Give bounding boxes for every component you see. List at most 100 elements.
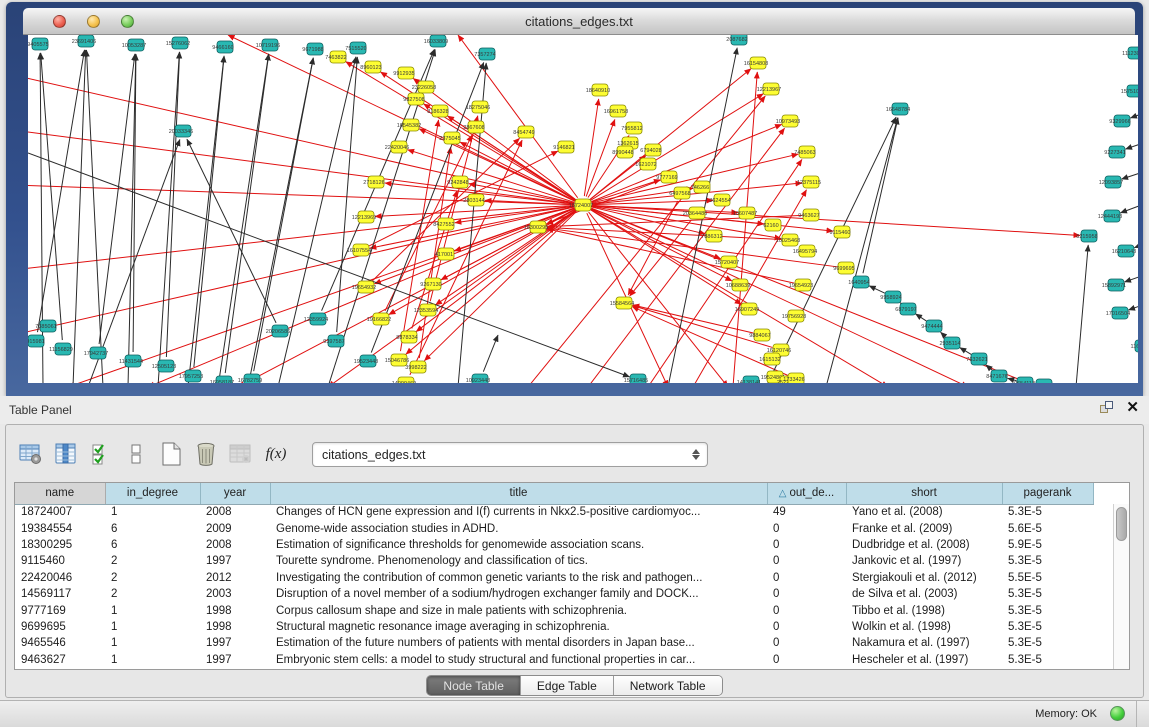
column-header-short[interactable]: short [846, 483, 1002, 504]
graph-node[interactable]: 3624554 [709, 194, 730, 206]
table-cell[interactable]: 5.9E-5 [1002, 537, 1093, 553]
delete-icon[interactable] [193, 441, 219, 467]
float-panel-icon[interactable] [1100, 401, 1114, 415]
table-cell[interactable]: Corpus callosum shape and size in male p… [270, 602, 767, 618]
graph-node[interactable]: 7463822 [325, 51, 346, 63]
graph-node[interactable]: 17957253 [179, 370, 203, 382]
graph-node[interactable]: 10719196 [256, 39, 280, 51]
table-cell[interactable]: Dudbridge et al. (2008) [846, 537, 1002, 553]
table-cell[interactable]: 0 [767, 586, 846, 602]
graph-node[interactable]: 16782759 [238, 374, 262, 383]
graph-node[interactable]: 19756928 [782, 310, 806, 322]
graph-node[interactable]: 6879197 [895, 303, 916, 315]
graph-node[interactable]: 16033809 [424, 35, 448, 47]
table-row[interactable]: 1872400712008Changes of HCN gene express… [15, 504, 1093, 520]
table-cell[interactable]: 5.3E-5 [1002, 586, 1093, 602]
tab-node-table[interactable]: Node Table [427, 676, 521, 695]
column-checklist-icon[interactable] [88, 441, 114, 467]
table-cell[interactable]: 0 [767, 553, 846, 569]
graph-node[interactable]: 16648784 [886, 103, 910, 115]
graph-node[interactable]: 16495794 [793, 245, 817, 257]
table-cell[interactable]: 1 [105, 652, 200, 668]
graph-node[interactable]: 6794028 [640, 144, 661, 156]
table-cell[interactable]: 9115460 [15, 553, 105, 569]
table-cell[interactable]: 1998 [200, 602, 270, 618]
new-column-icon[interactable] [158, 441, 184, 467]
graph-node[interactable]: 2935114 [939, 337, 960, 349]
graph-node[interactable]: 7632621 [966, 353, 987, 365]
graph-node[interactable]: 9671988 [302, 43, 323, 55]
graph-node[interactable]: 20033346 [169, 125, 193, 137]
table-cell[interactable]: 1998 [200, 619, 270, 635]
table-cell[interactable]: Structural magnetic resonance image aver… [270, 619, 767, 635]
table-cell[interactable]: 1 [105, 602, 200, 618]
table-cell[interactable]: 0 [767, 635, 846, 651]
graph-node[interactable]: 1167533 [1130, 340, 1138, 352]
graph-node[interactable]: 18640910 [586, 84, 610, 96]
graph-node[interactable]: 9227341 [1104, 146, 1125, 158]
table-row[interactable]: 1938455462009Genome-wide association stu… [15, 520, 1093, 536]
graph-node[interactable]: 12213967 [757, 83, 781, 95]
graph-node[interactable]: 10607487 [733, 207, 757, 219]
graph-node[interactable]: 12093857 [1099, 176, 1123, 188]
graph-node[interactable]: 12353594 [414, 304, 438, 316]
table-cell[interactable]: Estimation of significance thresholds fo… [270, 537, 767, 553]
table-cell[interactable]: 0 [767, 619, 846, 635]
table-selector-dropdown[interactable]: citations_edges.txt [312, 442, 708, 467]
table-cell[interactable]: 1997 [200, 652, 270, 668]
graph-node[interactable]: 23691406 [72, 35, 96, 47]
graph-node[interactable]: 9912935 [393, 67, 414, 79]
table-cell[interactable]: 2008 [200, 504, 270, 520]
table-cell[interactable]: 1997 [200, 553, 270, 569]
graph-node[interactable]: 9329966 [1109, 115, 1130, 127]
graph-node[interactable]: 746266 [691, 181, 710, 193]
column-header-title[interactable]: title [270, 483, 767, 504]
graph-node[interactable]: 2375045 [439, 132, 460, 144]
table-cell[interactable]: de Silva et al. (2003) [846, 586, 1002, 602]
graph-node[interactable]: 1615132 [759, 353, 780, 365]
graph-node[interactable]: 7515520 [345, 42, 366, 54]
table-cell[interactable]: 9463627 [15, 652, 105, 668]
column-header-out_de[interactable]: △out_de... [767, 483, 846, 504]
table-cell[interactable]: 5.3E-5 [1002, 619, 1093, 635]
table-cell[interactable]: Investigating the contribution of common… [270, 570, 767, 586]
graph-node[interactable]: 8471676 [986, 370, 1007, 382]
graph-node[interactable]: 9146821 [553, 141, 574, 153]
graph-node[interactable]: 19166822 [367, 313, 391, 325]
graph-node[interactable]: 12444193 [1098, 210, 1122, 222]
table-mode-icon[interactable] [18, 441, 44, 467]
table-cell[interactable]: Tourette syndrome. Phenomenology and cla… [270, 553, 767, 569]
table-cell[interactable]: Wolkin et al. (1998) [846, 619, 1002, 635]
column-visibility-icon[interactable] [53, 441, 79, 467]
table-cell[interactable]: Estimation of the future numbers of pati… [270, 635, 767, 651]
table-cell[interactable]: Genome-wide association studies in ADHD. [270, 520, 767, 536]
graph-node[interactable]: 14138141 [737, 376, 761, 383]
graph-node[interactable]: 16154808 [744, 57, 768, 69]
table-cell[interactable]: 5.3E-5 [1002, 635, 1093, 651]
table-cell[interactable]: 9777169 [15, 602, 105, 618]
graph-node[interactable]: 2087682 [726, 35, 747, 45]
table-cell[interactable]: 5.6E-5 [1002, 520, 1093, 536]
column-header-name[interactable]: name [15, 483, 105, 504]
table-cell[interactable]: 1 [105, 504, 200, 520]
graph-node[interactable]: 8878334 [396, 331, 417, 343]
graph-node[interactable]: 15751074 [1121, 85, 1138, 97]
column-header-pagerank[interactable]: pagerank [1002, 483, 1093, 504]
table-vertical-scrollbar[interactable] [1113, 504, 1129, 669]
graph-node[interactable]: 20364486 [683, 207, 707, 219]
table-cell[interactable]: 1 [105, 619, 200, 635]
table-cell[interactable]: Changes of HCN gene expression and I(f) … [270, 504, 767, 520]
graph-node[interactable]: 16961758 [604, 105, 628, 117]
table-row[interactable]: 946554611997Estimation of the future num… [15, 635, 1093, 651]
table-row[interactable]: 1456911722003Disruption of a novel membe… [15, 586, 1093, 602]
graph-node[interactable]: 15276062 [166, 37, 190, 49]
graph-node[interactable]: 7385061 [35, 320, 56, 332]
graph-node[interactable]: 15584564 [610, 297, 634, 309]
table-cell[interactable]: 1997 [200, 635, 270, 651]
table-cell[interactable]: Yano et al. (2008) [846, 504, 1002, 520]
graph-node[interactable]: 12375115 [797, 176, 821, 188]
column-header-year[interactable]: year [200, 483, 270, 504]
graph-node[interactable]: 9466160 [212, 41, 233, 53]
graph-node[interactable]: 11156829 [49, 343, 73, 355]
graph-node[interactable]: 2718126 [363, 176, 384, 188]
